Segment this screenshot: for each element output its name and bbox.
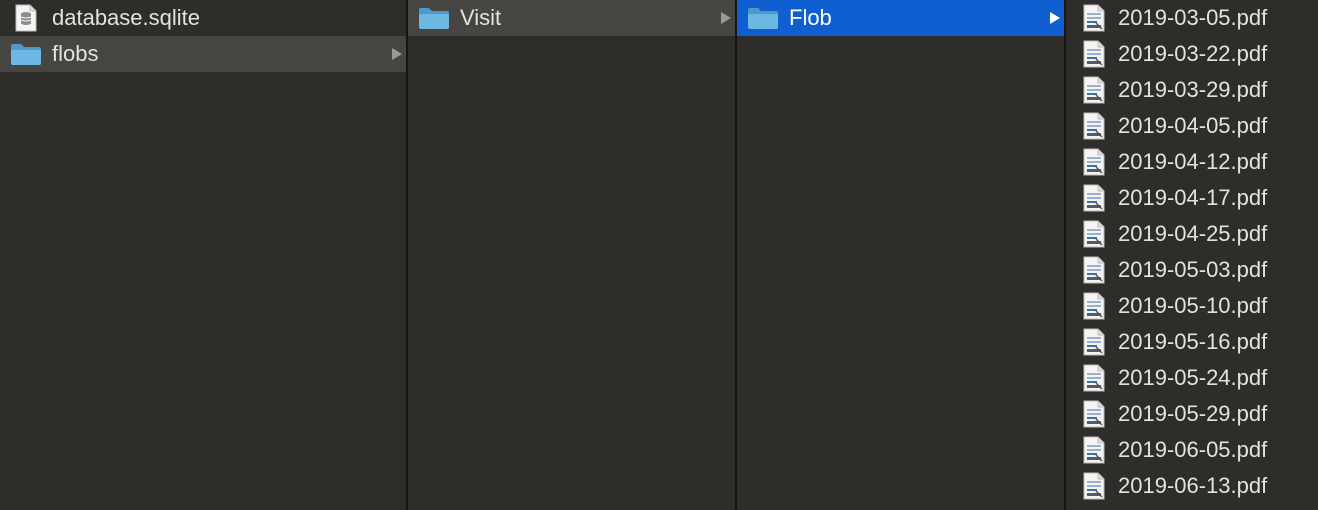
disclosure-arrow-icon bbox=[392, 48, 402, 60]
list-item-2019-04-12-pdf[interactable]: 2019-04-12.pdf bbox=[1066, 144, 1318, 180]
pdf-file-icon bbox=[1082, 4, 1106, 32]
list-item-2019-05-03-pdf[interactable]: 2019-05-03.pdf bbox=[1066, 252, 1318, 288]
list-item-2019-03-05-pdf[interactable]: 2019-03-05.pdf bbox=[1066, 0, 1318, 36]
list-item-label: 2019-05-24.pdf bbox=[1118, 365, 1268, 390]
folder-icon bbox=[418, 4, 450, 32]
list-item-flobs[interactable]: flobs bbox=[0, 36, 406, 72]
list-item-label: 2019-03-05.pdf bbox=[1118, 5, 1268, 30]
list-item-database-sqlite[interactable]: database.sqlite bbox=[0, 0, 406, 36]
pdf-file-icon bbox=[1082, 472, 1106, 500]
list-item-label: database.sqlite bbox=[52, 5, 200, 30]
list-item-2019-06-05-pdf[interactable]: 2019-06-05.pdf bbox=[1066, 432, 1318, 468]
column-visit[interactable]: Flob bbox=[737, 0, 1064, 510]
finder-column-browser: database.sqlite flobs Visit Flob 2019-03… bbox=[0, 0, 1318, 510]
column-flob[interactable]: 2019-03-05.pdf 2019-03-22.pdf 2019-03-29… bbox=[1066, 0, 1318, 510]
folder-icon bbox=[747, 4, 779, 32]
pdf-file-icon bbox=[1082, 364, 1106, 392]
pdf-file-icon bbox=[1082, 328, 1106, 356]
list-item-label: 2019-03-29.pdf bbox=[1118, 77, 1268, 102]
list-item-label: 2019-05-03.pdf bbox=[1118, 257, 1268, 282]
list-item-label: 2019-06-13.pdf bbox=[1118, 473, 1268, 498]
list-item-2019-05-10-pdf[interactable]: 2019-05-10.pdf bbox=[1066, 288, 1318, 324]
list-item-2019-04-17-pdf[interactable]: 2019-04-17.pdf bbox=[1066, 180, 1318, 216]
column-flobs[interactable]: Visit bbox=[408, 0, 735, 510]
list-item-label: 2019-04-25.pdf bbox=[1118, 221, 1268, 246]
pdf-file-icon bbox=[1082, 40, 1106, 68]
list-item-label: 2019-04-12.pdf bbox=[1118, 149, 1268, 174]
pdf-file-icon bbox=[1082, 220, 1106, 248]
list-item-label: 2019-05-16.pdf bbox=[1118, 329, 1268, 354]
list-item-label: 2019-04-05.pdf bbox=[1118, 113, 1268, 138]
list-item-visit[interactable]: Visit bbox=[408, 0, 735, 36]
list-item-label: 2019-05-10.pdf bbox=[1118, 293, 1268, 318]
pdf-file-icon bbox=[1082, 148, 1106, 176]
list-item-label: 2019-05-29.pdf bbox=[1118, 401, 1268, 426]
list-item-2019-03-29-pdf[interactable]: 2019-03-29.pdf bbox=[1066, 72, 1318, 108]
pdf-file-icon bbox=[1082, 256, 1106, 284]
list-item-2019-05-29-pdf[interactable]: 2019-05-29.pdf bbox=[1066, 396, 1318, 432]
disclosure-arrow-icon bbox=[1050, 12, 1060, 24]
list-item-label: Visit bbox=[460, 5, 502, 30]
list-item-2019-05-24-pdf[interactable]: 2019-05-24.pdf bbox=[1066, 360, 1318, 396]
list-item-2019-04-25-pdf[interactable]: 2019-04-25.pdf bbox=[1066, 216, 1318, 252]
list-item-flob[interactable]: Flob bbox=[737, 0, 1064, 36]
pdf-file-icon bbox=[1082, 400, 1106, 428]
pdf-file-icon bbox=[1082, 184, 1106, 212]
disclosure-arrow-icon bbox=[721, 12, 731, 24]
pdf-file-icon bbox=[1082, 112, 1106, 140]
column-root[interactable]: database.sqlite flobs bbox=[0, 0, 406, 510]
folder-icon bbox=[10, 40, 42, 68]
list-item-2019-04-05-pdf[interactable]: 2019-04-05.pdf bbox=[1066, 108, 1318, 144]
list-item-2019-06-13-pdf[interactable]: 2019-06-13.pdf bbox=[1066, 468, 1318, 504]
list-item-label: Flob bbox=[789, 5, 832, 30]
list-item-label: 2019-06-05.pdf bbox=[1118, 437, 1268, 462]
list-item-2019-03-22-pdf[interactable]: 2019-03-22.pdf bbox=[1066, 36, 1318, 72]
pdf-file-icon bbox=[1082, 76, 1106, 104]
list-item-2019-05-16-pdf[interactable]: 2019-05-16.pdf bbox=[1066, 324, 1318, 360]
list-item-label: 2019-03-22.pdf bbox=[1118, 41, 1268, 66]
pdf-file-icon bbox=[1082, 292, 1106, 320]
sqlite-file-icon bbox=[10, 4, 42, 32]
list-item-label: 2019-04-17.pdf bbox=[1118, 185, 1268, 210]
list-item-label: flobs bbox=[52, 41, 99, 66]
pdf-file-icon bbox=[1082, 436, 1106, 464]
